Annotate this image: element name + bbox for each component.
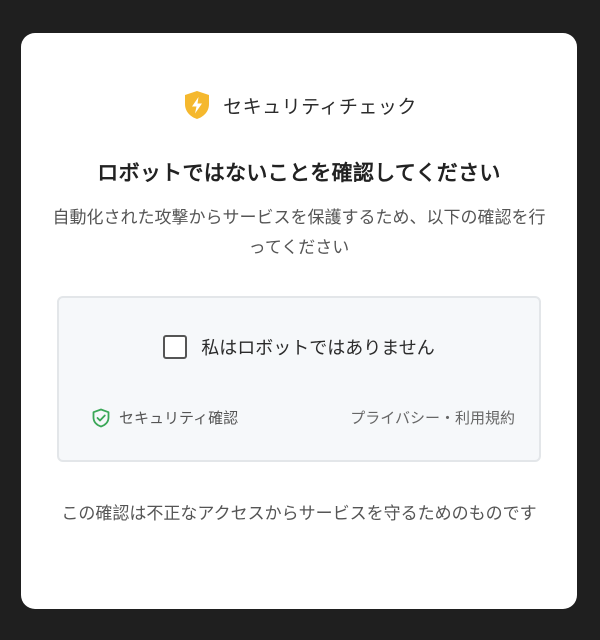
privacy-terms-link[interactable]: プライバシー・利用規約 [350, 407, 515, 428]
security-badge: セキュリティ確認 [91, 407, 238, 428]
captcha-widget: 私はロボットではありません セキュリティ確認 プライバシー・利用規約 [57, 296, 541, 462]
robot-checkbox-label[interactable]: 私はロボットではありません [201, 334, 434, 360]
brand-label: セキュリティチェック [223, 95, 417, 118]
description-text: 自動化された攻撃からサービスを保護するため、以下の確認を行ってください [52, 208, 546, 258]
security-badge-label: セキュリティ確認 [119, 409, 239, 427]
footer-note: この確認は不正なアクセスからサービスを守るためのものです [61, 504, 537, 524]
widget-footer: セキュリティ確認 プライバシー・利用規約 [91, 407, 515, 428]
security-check-dialog: セキュリティチェック ロボットではないことを確認してください 自動化された攻撃か… [21, 33, 577, 609]
robot-checkbox[interactable] [163, 335, 188, 359]
robot-checkbox-row[interactable]: 私はロボットではありません [59, 334, 539, 360]
shield-check-icon [92, 408, 110, 427]
brand-header: セキュリティチェック [21, 89, 577, 121]
shield-lightning-icon [185, 91, 210, 119]
page-title: ロボットではないことを確認してください [97, 161, 501, 185]
